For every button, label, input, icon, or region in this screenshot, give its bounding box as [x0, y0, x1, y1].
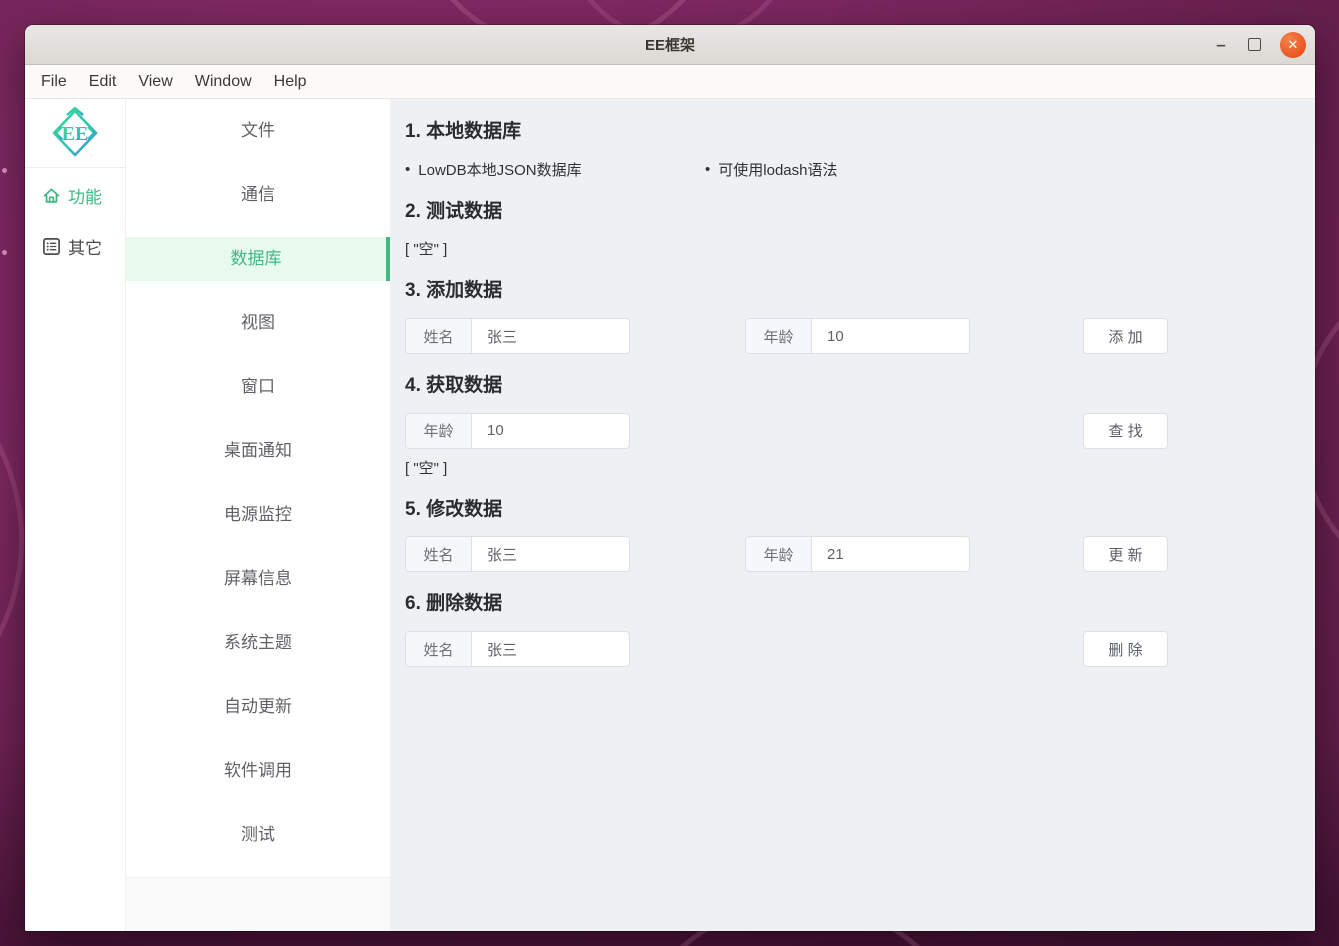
nav-footer [126, 877, 390, 931]
menu-help[interactable]: Help [263, 70, 318, 94]
main-content: 1. 本地数据库 • LowDB本地JSON数据库 • 可使用lodash语法 … [390, 99, 1315, 931]
maximize-icon[interactable] [1248, 38, 1261, 51]
ee-logo-icon: EE [50, 107, 100, 159]
menubar: File Edit View Window Help [25, 65, 1315, 99]
get-data-output: [ "空" ] [405, 457, 1300, 478]
nav-item-theme[interactable]: 系统主题 [126, 621, 390, 665]
bullet-icon: • [405, 161, 410, 178]
age-input-group: 年龄 [405, 413, 630, 449]
minimize-icon[interactable]: – [1213, 40, 1229, 50]
nav-item-power[interactable]: 电源监控 [126, 493, 390, 537]
section-heading-test-data: 2. 测试数据 [405, 200, 1300, 225]
close-icon[interactable]: ✕ [1280, 32, 1306, 58]
menu-window[interactable]: Window [184, 70, 263, 94]
add-name-input[interactable] [472, 319, 629, 353]
bullet-item: • 可使用lodash语法 [705, 159, 1005, 180]
update-button[interactable]: 更 新 [1083, 536, 1168, 572]
add-data-row: 姓名 年龄 添 加 [405, 318, 1300, 354]
age-input-label: 年龄 [406, 414, 472, 448]
section-heading-delete-data: 6. 删除数据 [405, 592, 1300, 617]
section-heading-local-db: 1. 本地数据库 [405, 120, 1300, 145]
age-input-label: 年龄 [746, 319, 812, 353]
get-age-input[interactable] [472, 414, 629, 448]
titlebar[interactable]: EE框架 – ✕ [25, 25, 1315, 65]
name-input-group: 姓名 [405, 631, 630, 667]
bullet-text: LowDB本地JSON数据库 [418, 159, 581, 180]
get-data-row: 年龄 查 找 [405, 413, 1300, 449]
rail-item-label: 功能 [68, 183, 102, 208]
bullet-text: 可使用lodash语法 [718, 159, 837, 180]
home-icon [42, 186, 61, 205]
test-data-output: [ "空" ] [405, 238, 1300, 259]
add-button[interactable]: 添 加 [1083, 318, 1168, 354]
window-title: EE框架 [645, 34, 695, 55]
nav-item-notification[interactable]: 桌面通知 [126, 429, 390, 473]
feature-bullets: • LowDB本地JSON数据库 • 可使用lodash语法 [405, 159, 1300, 180]
window-controls: – ✕ [1213, 25, 1306, 64]
bullet-item: • LowDB本地JSON数据库 [405, 159, 705, 180]
rail-item-functions[interactable]: 功能 [25, 177, 125, 213]
update-name-input[interactable] [472, 537, 629, 571]
name-input-label: 姓名 [406, 632, 472, 666]
nav-item-software-call[interactable]: 软件调用 [126, 749, 390, 793]
wallpaper-swirl [0, 330, 24, 750]
nav-item-window[interactable]: 窗口 [126, 365, 390, 409]
name-input-group: 姓名 [405, 318, 630, 354]
rail-items: 功能 其它 [25, 168, 125, 264]
wallpaper-dot [2, 168, 7, 173]
bullet-icon: • [705, 161, 710, 178]
menu-file[interactable]: File [30, 70, 78, 94]
menu-edit[interactable]: Edit [78, 70, 128, 94]
delete-name-input[interactable] [472, 632, 629, 666]
nav-item-autoupdate[interactable]: 自动更新 [126, 685, 390, 729]
nav-item-view[interactable]: 视图 [126, 301, 390, 345]
add-age-input[interactable] [812, 319, 969, 353]
nav-item-database[interactable]: 数据库 [126, 237, 390, 281]
app-logo: EE [25, 99, 125, 168]
name-input-label: 姓名 [406, 537, 472, 571]
nav-item-test[interactable]: 测试 [126, 813, 390, 857]
nav-item-file[interactable]: 文件 [126, 109, 390, 153]
app-window: EE框架 – ✕ File Edit View Window Help [25, 25, 1315, 931]
app-body: EE 功能 [25, 99, 1315, 931]
update-data-row: 姓名 年龄 更 新 [405, 536, 1300, 572]
age-input-label: 年龄 [746, 537, 812, 571]
menu-view[interactable]: View [127, 70, 183, 94]
list-icon [42, 237, 61, 256]
delete-data-row: 姓名 删 除 [405, 631, 1300, 667]
delete-button[interactable]: 删 除 [1083, 631, 1168, 667]
nav-list: 文件 通信 数据库 视图 窗口 桌面通知 电源监控 屏幕信息 系统主题 自动更新… [126, 99, 390, 877]
rail-item-label: 其它 [68, 234, 102, 259]
desktop-wallpaper: EE框架 – ✕ File Edit View Window Help [0, 0, 1339, 946]
section-heading-update-data: 5. 修改数据 [405, 498, 1300, 523]
update-age-input[interactable] [812, 537, 969, 571]
age-input-group: 年龄 [745, 536, 970, 572]
section-heading-get-data: 4. 获取数据 [405, 374, 1300, 399]
age-input-group: 年龄 [745, 318, 970, 354]
find-button[interactable]: 查 找 [1083, 413, 1168, 449]
nav-sidebar: 文件 通信 数据库 视图 窗口 桌面通知 电源监控 屏幕信息 系统主题 自动更新… [125, 99, 390, 931]
rail-item-other[interactable]: 其它 [25, 228, 125, 264]
wallpaper-dot [2, 250, 7, 255]
nav-item-screen[interactable]: 屏幕信息 [126, 557, 390, 601]
section-heading-add-data: 3. 添加数据 [405, 279, 1300, 304]
name-input-label: 姓名 [406, 319, 472, 353]
nav-item-communication[interactable]: 通信 [126, 173, 390, 217]
name-input-group: 姓名 [405, 536, 630, 572]
svg-text:EE: EE [62, 123, 89, 145]
left-rail: EE 功能 [25, 99, 125, 931]
